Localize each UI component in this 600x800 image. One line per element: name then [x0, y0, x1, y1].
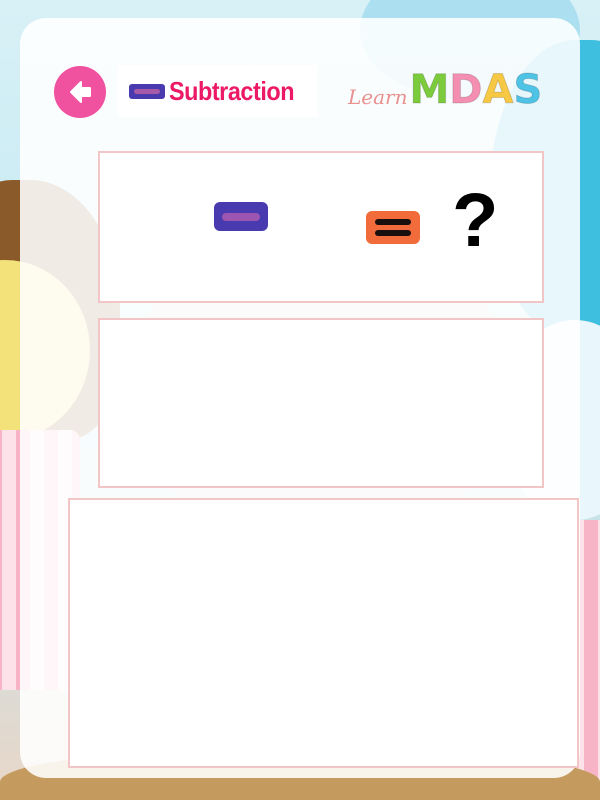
main-panel: Subtraction Learn M D A S ? — [20, 18, 580, 778]
problem-box: ? — [98, 151, 544, 303]
page-title: Subtraction — [118, 65, 318, 117]
answer-drop-box[interactable] — [98, 318, 544, 488]
logo-letter-s: S — [513, 67, 543, 113]
logo-letter-d: D — [449, 67, 483, 113]
minus-sign-icon — [128, 83, 165, 99]
back-button[interactable] — [54, 66, 106, 118]
minus-sign-icon — [214, 202, 268, 231]
arrow-left-icon — [70, 81, 91, 103]
choices-area[interactable] — [68, 498, 579, 768]
logo-prefix: Learn — [348, 85, 408, 109]
unknown-answer: ? — [452, 178, 499, 263]
equals-sign-icon — [366, 211, 420, 244]
logo-letter-a: A — [482, 67, 514, 113]
logo-letter-m: M — [409, 67, 450, 113]
learn-mdas-logo: Learn M D A S — [348, 67, 543, 113]
page-title-text: Subtraction — [168, 75, 295, 106]
